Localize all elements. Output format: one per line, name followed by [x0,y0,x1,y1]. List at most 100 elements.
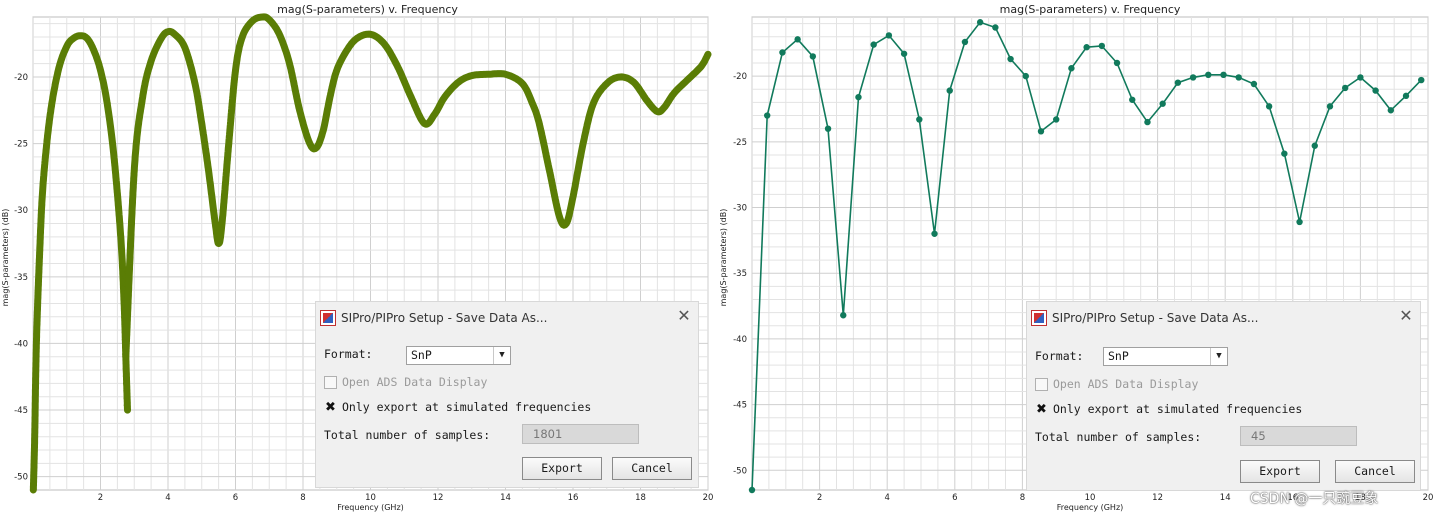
data-point [123,402,129,408]
data-point [976,19,984,26]
y-tick-label: -25 [733,138,747,148]
data-point [1144,118,1151,126]
y-tick-label: -50 [733,466,747,476]
open-ads-checkbox[interactable] [1035,377,1048,391]
data-point [1281,150,1288,157]
x-tick-label: 6 [952,493,957,503]
chevron-down-icon[interactable]: ▼ [1210,348,1227,365]
only-export-checkbox[interactable]: ✖ [324,401,337,414]
x-tick-label: 8 [1020,493,1025,503]
y-tick-label: -35 [733,269,747,279]
data-point [764,112,771,119]
data-point [1083,44,1090,51]
data-point [824,125,832,132]
data-point [961,38,969,46]
data-point [122,373,129,379]
data-point [1326,103,1334,110]
y-tick-label: -50 [14,473,28,483]
data-point [1265,103,1273,110]
data-point [1174,79,1182,86]
format-select[interactable]: SnP ▼ [1103,347,1228,366]
data-point [1402,92,1410,100]
save-data-dialog: SIPro/PIPro Setup - Save Data As... ✕ Fo… [1026,301,1421,491]
x-tick-label: 6 [233,493,238,503]
y-tick-label: -30 [14,206,28,216]
x-tick-label: 4 [884,493,889,503]
x-tick-label: 14 [1220,493,1231,503]
samples-label: Total number of samples: [324,428,491,442]
x-tick-label: 2 [817,493,822,503]
y-tick-label: -40 [14,339,28,349]
data-point [1418,76,1425,84]
close-icon[interactable]: ✕ [1398,308,1414,324]
x-axis-label: Frequency (GHz) [1057,503,1124,512]
x-tick-label: 10 [365,493,376,503]
data-point [885,32,893,39]
data-point [855,93,862,101]
data-point [992,24,999,31]
open-ads-checkbox[interactable] [324,375,337,389]
samples-field: 1801 [522,424,639,444]
data-point [779,49,786,56]
left-panel: 2 4 6 8 10 12 14 16 18 20 -20 -25 -30 -35 -40 -45 -50 mag… [0,0,718,517]
format-label: Format: [1035,349,1084,363]
cancel-button[interactable]: Cancel [1335,460,1415,483]
cancel-button[interactable]: Cancel [612,457,692,480]
data-point [119,256,125,262]
chevron-down-icon[interactable]: ▼ [493,347,510,364]
data-point [118,234,125,240]
data-point [120,285,126,291]
data-point [1189,74,1197,81]
only-export-row: ✖ Only export at simulated frequencies [1035,402,1302,416]
data-point [1387,107,1395,114]
x-tick-label: 16 [568,493,579,503]
y-tick-label: -45 [14,406,28,416]
dialog-title-bar: SIPro/PIPro Setup - Save Data As... [320,308,547,328]
data-point [1068,65,1075,72]
data-point [1022,72,1029,80]
data-point [794,36,801,43]
data-point [1311,142,1318,149]
data-point [119,263,125,269]
data-point [1235,74,1242,81]
format-select[interactable]: SnP ▼ [406,346,511,365]
x-tick-label: 10 [1085,493,1096,503]
data-point [123,395,129,401]
chart-title: mag(S-parameters) v. Frequency [277,3,458,16]
export-button[interactable]: Export [522,457,602,480]
format-value: SnP [411,348,432,362]
only-export-row: ✖ Only export at simulated frequencies [324,400,591,414]
x-tick-label: 20 [703,493,714,503]
export-button[interactable]: Export [1240,460,1320,483]
data-point [1205,71,1212,79]
app-icon [320,310,336,326]
data-point [123,388,129,394]
y-axis-label: mag(S-parameters) (dB) [719,209,728,307]
data-point [870,41,877,48]
y-tick-label: -20 [733,72,747,82]
data-point [946,87,953,94]
open-ads-label: Open ADS Data Display [1053,377,1199,391]
data-point [1250,80,1258,88]
x-tick-label: 18 [635,493,646,503]
data-point [1113,59,1121,67]
data-point [900,50,908,57]
y-tick-label: -45 [733,401,747,411]
only-export-label: Only export at simulated frequencies [342,400,592,414]
y-tick-label: -25 [14,140,28,150]
data-point [1129,96,1136,103]
data-point [1341,84,1349,92]
only-export-checkbox[interactable]: ✖ [1035,403,1048,416]
data-point [120,278,126,284]
data-point [748,486,756,494]
dialog-title: SIPro/PIPro Setup - Save Data As... [1052,311,1259,325]
data-point [1296,218,1303,226]
dialog-title-bar: SIPro/PIPro Setup - Save Data As... [1031,308,1258,328]
data-point [809,53,817,60]
y-axis-label: mag(S-parameters) (dB) [1,209,10,307]
data-point [1098,42,1106,50]
close-icon[interactable]: ✕ [676,308,692,324]
x-tick-label: 14 [500,493,511,503]
x-tick-label: 20 [1423,493,1434,503]
data-point [123,380,129,387]
